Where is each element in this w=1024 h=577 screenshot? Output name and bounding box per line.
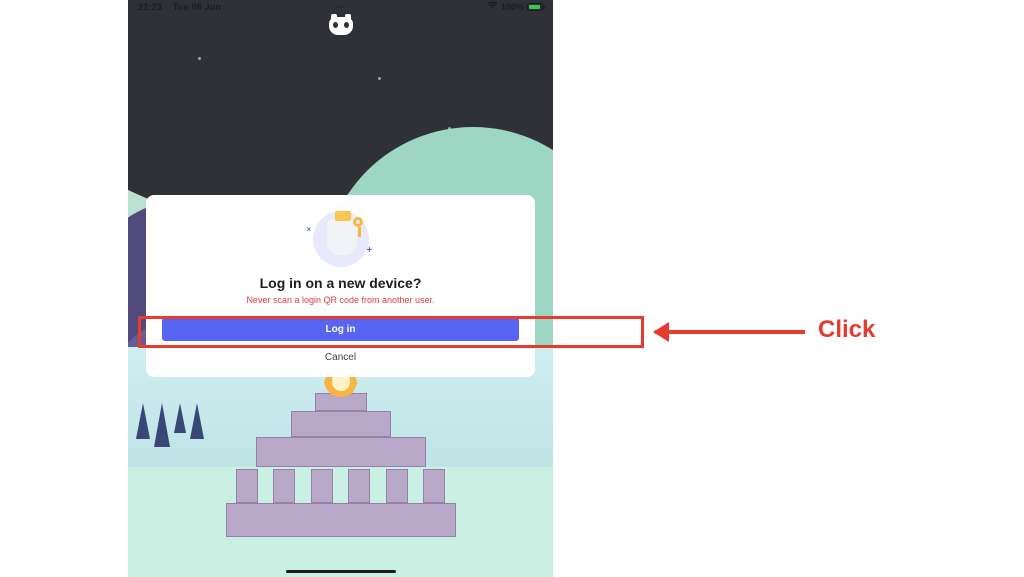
battery-percent: 100% (501, 2, 524, 12)
status-time-date: 22:23 Tue 08 Jun (138, 2, 273, 12)
battery-icon (527, 3, 543, 11)
key-icon (349, 217, 367, 235)
status-center-dots: ••• (273, 2, 408, 12)
background-trees (136, 403, 204, 447)
altar-illustration (231, 357, 451, 537)
star-decoration (198, 57, 201, 60)
star-decoration (378, 77, 381, 80)
status-time: 22:23 (138, 2, 162, 12)
home-indicator[interactable] (286, 570, 396, 573)
discord-logo-icon (329, 17, 353, 35)
modal-warning-text: Never scan a login QR code from another … (162, 295, 519, 305)
login-new-device-modal: ×+ Log in on a new device? Never scan a … (146, 195, 535, 377)
cancel-button[interactable]: Cancel (162, 347, 519, 367)
status-bar: 22:23 Tue 08 Jun ••• 100% (128, 1, 553, 12)
annotation-label: Click (818, 316, 875, 344)
modal-illustration: ×+ (162, 211, 519, 267)
annotation-arrow (655, 330, 805, 334)
modal-title: Log in on a new device? (162, 275, 519, 291)
status-right: 100% (408, 1, 543, 12)
status-date: Tue 08 Jun (173, 2, 221, 12)
login-button[interactable]: Log in (162, 317, 519, 341)
wifi-icon (487, 1, 498, 12)
device-frame: 22:23 Tue 08 Jun ••• 100% (128, 0, 553, 577)
